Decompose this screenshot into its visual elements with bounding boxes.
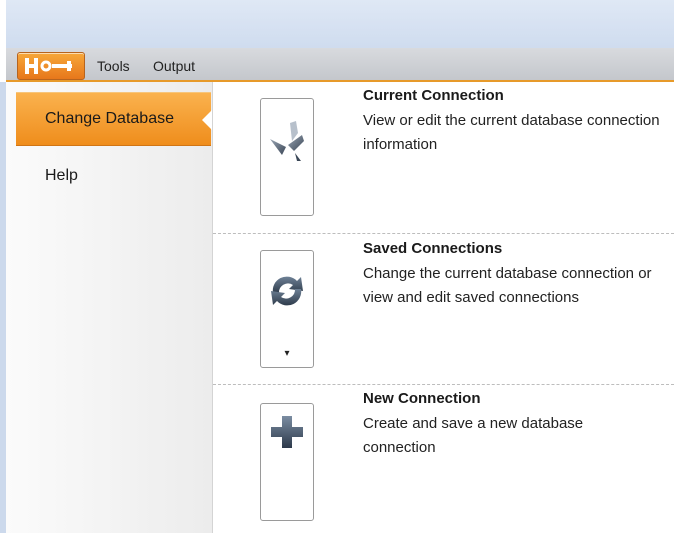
new-connection-description: Create and save a new database connectio… <box>363 415 584 456</box>
connect-plug-icon <box>270 121 304 161</box>
window-title-bar <box>0 0 674 48</box>
saved-connections-button[interactable]: ▾ <box>260 250 314 368</box>
saved-connections-title: Saved Connections <box>363 240 503 257</box>
app-menu-button[interactable] <box>17 52 85 80</box>
menu-tools[interactable]: Tools <box>97 58 130 74</box>
sidebar-item-label: Help <box>45 167 78 184</box>
wrench-logo-icon <box>25 58 72 74</box>
sidebar: Change Database Help <box>6 82 213 533</box>
saved-connections-description: Change the current database connection o… <box>363 265 652 306</box>
dropdown-arrow-icon[interactable]: ▾ <box>284 348 289 359</box>
current-connection-title: Current Connection <box>363 87 504 104</box>
divider <box>213 384 674 385</box>
current-connection-button[interactable] <box>260 98 314 216</box>
window-edge <box>0 0 6 48</box>
sidebar-item-help[interactable]: Help <box>16 161 211 215</box>
refresh-arrows-icon <box>271 276 303 306</box>
connections-panel: Current Connection View or edit the curr… <box>213 82 674 533</box>
new-connection-title: New Connection <box>363 390 481 407</box>
menu-output[interactable]: Output <box>153 58 195 74</box>
new-connection-button[interactable] <box>260 403 314 521</box>
plus-icon <box>271 416 303 448</box>
sidebar-item-label: Change Database <box>45 110 174 127</box>
active-pointer <box>202 110 212 130</box>
current-connection-description: View or edit the current database connec… <box>363 112 660 153</box>
sidebar-item-change-database[interactable]: Change Database <box>16 92 212 146</box>
menu-bar: Tools Output <box>6 48 674 82</box>
divider <box>213 233 674 234</box>
